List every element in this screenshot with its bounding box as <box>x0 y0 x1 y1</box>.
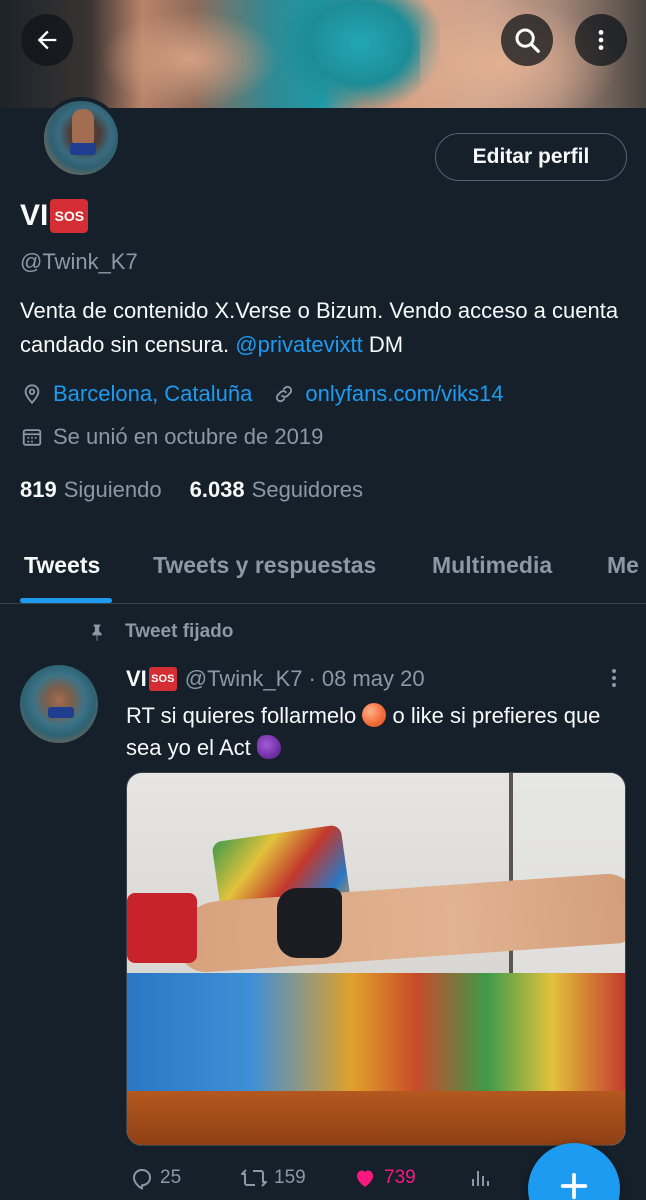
back-button[interactable] <box>21 14 73 66</box>
tweet-header: VI SOS @Twink_K7 · 08 may 20 <box>126 666 425 692</box>
followers-label: Seguidores <box>251 477 363 502</box>
profile-banner[interactable] <box>0 0 646 108</box>
tab-media[interactable]: Multimedia <box>432 552 552 579</box>
edit-profile-button[interactable]: Editar perfil <box>435 133 627 181</box>
sos-emoji-badge: SOS <box>148 667 177 691</box>
profile-meta-row: Barcelona, Cataluña onlyfans.com/viks14 <box>20 381 503 407</box>
pinned-text: Tweet fijado <box>125 621 234 642</box>
link-icon <box>272 382 296 406</box>
eggplant-emoji-icon <box>256 735 281 759</box>
joined-date: Se unió en octubre de 2019 <box>53 424 324 449</box>
avatar-figure <box>48 707 74 718</box>
tweet-more-button[interactable] <box>604 666 624 695</box>
like-count: 739 <box>384 1167 416 1188</box>
profile-handle: @Twink_K7 <box>20 249 138 274</box>
banner-image-blur <box>280 0 440 108</box>
more-vertical-icon <box>612 669 616 687</box>
profile-avatar[interactable] <box>40 97 122 179</box>
reply-icon <box>133 1169 151 1190</box>
tweet-separator: · <box>308 666 316 691</box>
tweet-author-name[interactable]: VI <box>126 666 147 692</box>
arrow-left-icon <box>37 30 57 50</box>
tweet-author-handle[interactable]: @Twink_K7 <box>185 666 303 692</box>
media-photo-region <box>127 973 625 1093</box>
pin-icon <box>87 622 107 642</box>
tweet-text: RT si quieres follarmelo o like si prefi… <box>126 700 626 764</box>
tweet-date[interactable]: 08 may 20 <box>322 666 425 692</box>
heart-filled-icon <box>357 1170 373 1187</box>
media-photo-region <box>127 893 197 963</box>
media-photo-region <box>277 888 342 958</box>
sos-emoji-badge: SOS <box>50 199 89 233</box>
active-tab-indicator <box>20 598 112 603</box>
tweet-media-image[interactable] <box>126 772 626 1146</box>
like-button[interactable]: 739 <box>352 1166 416 1190</box>
calendar-icon <box>20 425 44 449</box>
more-vertical-icon <box>598 30 604 50</box>
display-name: VI <box>20 199 49 232</box>
tweet-text-part: RT si quieres follarmelo <box>126 703 357 728</box>
location-pin-icon <box>20 382 44 406</box>
banner-image-blur <box>100 10 280 108</box>
tweet-author-avatar[interactable] <box>20 665 98 743</box>
reply-button[interactable]: 25 <box>130 1166 181 1190</box>
more-options-button[interactable] <box>575 14 627 66</box>
profile-joined-row: Se unió en octubre de 2019 <box>20 424 323 450</box>
analytics-button[interactable] <box>468 1166 498 1190</box>
location-link[interactable]: Barcelona, Cataluña <box>53 381 252 407</box>
retweet-icon <box>241 1169 267 1187</box>
following-count: 819 <box>20 477 57 502</box>
following-label: Siguiendo <box>63 477 162 502</box>
analytics-icon <box>472 1171 489 1186</box>
website-link[interactable]: onlyfans.com/viks14 <box>305 381 503 407</box>
follow-stats: 819 Siguiendo 6.038 Seguidores <box>20 477 363 503</box>
search-icon <box>515 28 540 53</box>
retweet-count: 159 <box>274 1167 306 1188</box>
media-photo-region <box>127 1091 625 1145</box>
tab-likes[interactable]: Me <box>607 552 639 579</box>
tab-tweets[interactable]: Tweets <box>24 552 100 579</box>
plus-icon <box>560 1172 588 1200</box>
reply-count: 25 <box>160 1167 182 1188</box>
following-link[interactable]: 819 Siguiendo <box>20 477 162 503</box>
retweet-button[interactable]: 159 <box>240 1166 306 1190</box>
search-button[interactable] <box>501 14 553 66</box>
followers-link[interactable]: 6.038 Seguidores <box>190 477 363 503</box>
profile-tabs: Tweets Tweets y respuestas Multimedia Me <box>0 530 646 604</box>
followers-count: 6.038 <box>189 477 245 502</box>
bio-mention-link[interactable]: @privatevixtt <box>235 332 362 357</box>
profile-bio: Venta de contenido X.Verse o Bizum. Vend… <box>20 294 630 362</box>
compose-tweet-button[interactable] <box>528 1143 620 1200</box>
profile-name-row: VI SOS <box>20 199 89 233</box>
pinned-tweet-label: Tweet fijado <box>87 621 233 643</box>
peach-emoji-icon <box>362 703 387 727</box>
avatar-figure <box>70 143 96 155</box>
tab-tweets-replies[interactable]: Tweets y respuestas <box>153 552 376 579</box>
bio-suffix: DM <box>368 332 404 357</box>
